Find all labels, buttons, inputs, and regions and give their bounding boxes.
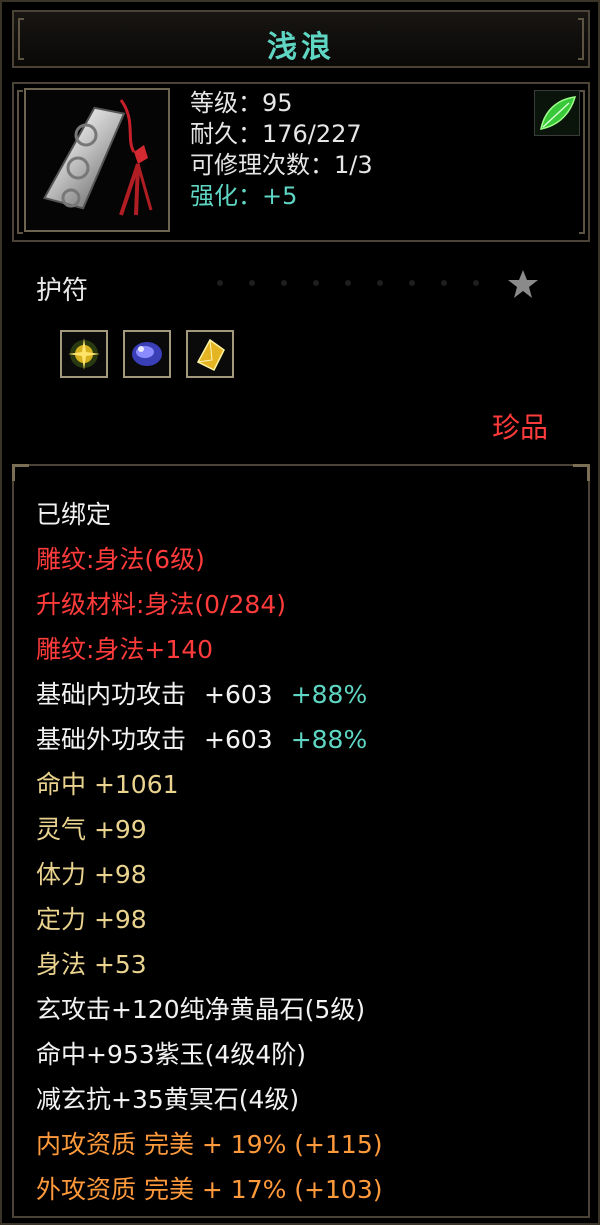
inner-attack-label: 基础内功攻击 — [36, 680, 187, 709]
socket-gem-2: 命中+953紫玉(4级4阶) — [36, 1040, 306, 1069]
star-rating-track-icon — [217, 280, 479, 286]
spirit-stat: 灵气 +99 — [36, 815, 147, 844]
durability-text: 耐久：176/227 — [190, 120, 362, 148]
attribute-list: 已绑定 雕纹:身法(6级) 升级材料:身法(0/284) 雕纹:身法+140 基… — [36, 492, 382, 1212]
focus-stat: 定力 +98 — [36, 905, 147, 934]
leaf-icon — [534, 90, 580, 136]
socket-gem-1: 玄攻击+120纯净黄晶石(5级) — [36, 995, 366, 1024]
yellow-gem-icon[interactable] — [186, 330, 234, 378]
rarity-label: 珍品 — [492, 411, 549, 444]
outer-attack-row: 基础外功攻击 +603 +88% — [36, 717, 382, 762]
star-icon — [508, 270, 538, 298]
inner-attack-bonus: +88% — [290, 680, 368, 709]
inner-attack-value: +603 — [204, 680, 273, 709]
item-name: 浅浪 — [267, 30, 335, 65]
enhance-text: 强化：+5 — [190, 182, 298, 210]
inner-quality: 内攻资质 完美 + 19% (+115) — [36, 1130, 383, 1159]
socket-gem-3: 减玄抗+35黄冥石(4级) — [36, 1085, 300, 1114]
gold-gem-icon[interactable] — [60, 330, 108, 378]
bound-status: 已绑定 — [36, 500, 112, 529]
level-text: 等级：95 — [190, 89, 293, 117]
agility-stat: 身法 +53 — [36, 950, 147, 979]
upgrade-material: 升级材料:身法(0/284) — [36, 590, 286, 619]
hit-stat: 命中 +1061 — [36, 770, 179, 799]
item-tooltip-panel: 浅浪 等级：95 耐久：176/227 可修理次数：1/3 强化：+5 护符 珍… — [0, 0, 600, 1225]
outer-quality: 外攻资质 完美 + 17% (+103) — [36, 1175, 383, 1204]
stamina-stat: 体力 +98 — [36, 860, 147, 889]
item-stats: 等级：95 耐久：176/227 可修理次数：1/3 强化：+5 — [190, 88, 373, 212]
purple-gem-icon[interactable] — [123, 330, 171, 378]
repair-count-text: 可修理次数：1/3 — [190, 151, 373, 179]
engrave-bonus: 雕纹:身法+140 — [36, 635, 214, 664]
amulet-icon[interactable] — [24, 88, 170, 232]
outer-attack-value: +603 — [204, 725, 273, 754]
outer-attack-bonus: +88% — [290, 725, 368, 754]
title-bar: 浅浪 — [12, 10, 590, 68]
inner-attack-row: 基础内功攻击 +603 +88% — [36, 672, 382, 717]
engrave-level: 雕纹:身法(6级) — [36, 545, 205, 574]
outer-attack-label: 基础外功攻击 — [36, 725, 187, 754]
item-category: 护符 — [36, 276, 89, 306]
